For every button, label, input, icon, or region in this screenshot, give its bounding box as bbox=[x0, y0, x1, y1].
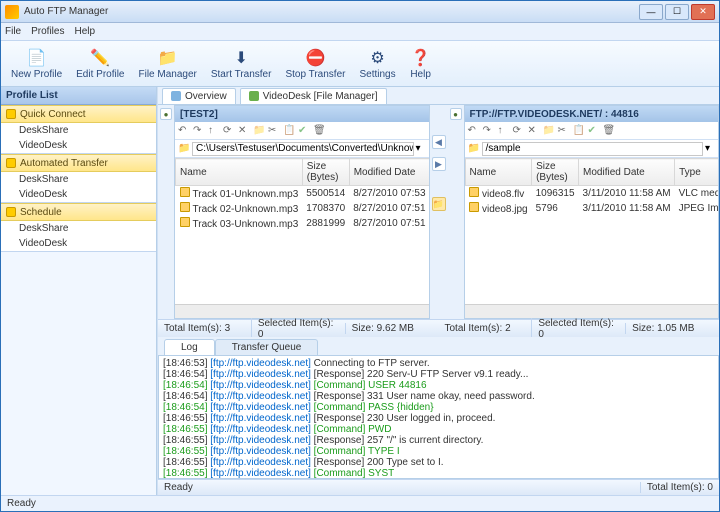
remote-path[interactable]: /sample bbox=[482, 142, 704, 156]
menu-help[interactable]: Help bbox=[74, 26, 95, 37]
maximize-button[interactable]: ☐ bbox=[665, 4, 689, 20]
section-schedule[interactable]: Schedule bbox=[1, 203, 156, 221]
menu-file[interactable]: File bbox=[5, 26, 21, 37]
tab-transfer-queue[interactable]: Transfer Queue bbox=[215, 339, 319, 355]
table-row[interactable]: Track 03-Unknown.mp328819998/27/2010 07:… bbox=[176, 216, 429, 231]
sidebar: Profile List Quick ConnectDeskShareVideo… bbox=[1, 87, 157, 495]
local-toolbar: ↶↷↑⟳✕📁✂📋✔🗑 bbox=[175, 122, 429, 140]
remote-toolbar: ↶↷↑⟳✕📁✂📋✔🗑 bbox=[465, 122, 719, 140]
app-title: Auto FTP Manager bbox=[24, 6, 639, 17]
remote-list[interactable]: NameSize (Bytes)Modified DateTypevideo8.… bbox=[465, 158, 719, 304]
profile-deskshare[interactable]: DeskShare bbox=[1, 221, 156, 236]
menubar: File Profiles Help bbox=[1, 23, 719, 41]
arrow-right-icon[interactable]: ▶ bbox=[432, 157, 446, 171]
profile-deskshare[interactable]: DeskShare bbox=[1, 172, 156, 187]
local-list[interactable]: NameSize (Bytes)Modified DateTypeTrack 0… bbox=[175, 158, 429, 304]
profile-videodesk[interactable]: VideoDesk bbox=[1, 138, 156, 153]
profile-deskshare[interactable]: DeskShare bbox=[1, 123, 156, 138]
main-tabs: Overview VideoDesk [File Manager] bbox=[158, 87, 719, 105]
tb-edit-profile[interactable]: ✏️Edit Profile bbox=[70, 45, 130, 82]
app-statusbar: Ready bbox=[1, 495, 719, 511]
nav-icon[interactable]: ● bbox=[450, 108, 462, 120]
remote-status: Total Item(s): 2 Selected Item(s): 0 Siz… bbox=[439, 319, 720, 337]
nav-icon[interactable]: ● bbox=[160, 108, 172, 120]
toolbar: 📄New Profile✏️Edit Profile📁File Manager⬇… bbox=[1, 41, 719, 87]
tb-help[interactable]: ❓Help bbox=[404, 45, 438, 82]
remote-scrollbar[interactable] bbox=[465, 304, 719, 318]
tab-overview[interactable]: Overview bbox=[162, 88, 236, 104]
log-status: Ready Total Item(s): 0 bbox=[158, 479, 719, 495]
sidebar-title: Profile List bbox=[1, 87, 156, 105]
tab-log[interactable]: Log bbox=[164, 339, 215, 355]
table-row[interactable]: Track 02-Unknown.mp317083708/27/2010 07:… bbox=[176, 201, 429, 216]
arrow-left-icon[interactable]: ◀ bbox=[432, 135, 446, 149]
menu-profiles[interactable]: Profiles bbox=[31, 26, 64, 37]
app-icon bbox=[5, 5, 19, 19]
left-vtoolbar: ● bbox=[158, 105, 174, 319]
profile-videodesk[interactable]: VideoDesk bbox=[1, 187, 156, 202]
tb-new-profile[interactable]: 📄New Profile bbox=[5, 45, 68, 82]
tb-file-manager[interactable]: 📁File Manager bbox=[133, 45, 203, 82]
titlebar: Auto FTP Manager — ☐ ✕ bbox=[1, 1, 719, 23]
table-row[interactable]: video8.flv10963153/11/2010 11:58 AMVLC m… bbox=[465, 186, 718, 202]
tb-settings[interactable]: ⚙Settings bbox=[353, 45, 401, 82]
log-tabs: Log Transfer Queue bbox=[158, 337, 719, 355]
section-automated-transfer[interactable]: Automated Transfer bbox=[1, 154, 156, 172]
local-scrollbar[interactable] bbox=[175, 304, 429, 318]
tb-stop-transfer[interactable]: ⛔Stop Transfer bbox=[279, 45, 351, 82]
remote-pane: FTP://FTP.VIDEODESK.NET/ : 44816 ↶↷↑⟳✕📁✂… bbox=[464, 105, 720, 319]
section-quick-connect[interactable]: Quick Connect bbox=[1, 105, 156, 123]
local-path[interactable]: C:\Users\Testuser\Documents\Converted\Un… bbox=[192, 142, 414, 156]
tab-videodesk[interactable]: VideoDesk [File Manager] bbox=[240, 88, 387, 104]
local-title: [TEST2] bbox=[175, 106, 429, 122]
right-vtoolbar: ● bbox=[448, 105, 464, 319]
minimize-button[interactable]: — bbox=[639, 4, 663, 20]
table-row[interactable]: video8.jpg57963/11/2010 11:58 AMJPEG Ima… bbox=[465, 201, 718, 216]
transfer-arrows: ◀ ▶ 📁 bbox=[430, 105, 448, 319]
folder-icon[interactable]: 📁 bbox=[432, 197, 446, 211]
tb-start-transfer[interactable]: ⬇Start Transfer bbox=[205, 45, 278, 82]
remote-title: FTP://FTP.VIDEODESK.NET/ : 44816 bbox=[465, 106, 719, 122]
log-panel[interactable]: [18:46:53] [ftp://ftp.videodesk.net] Con… bbox=[158, 355, 719, 479]
table-row[interactable]: Track 01-Unknown.mp355005148/27/2010 07:… bbox=[176, 186, 429, 202]
local-status: Total Item(s): 3 Selected Item(s): 0 Siz… bbox=[158, 319, 439, 337]
local-pane: [TEST2] ↶↷↑⟳✕📁✂📋✔🗑 📁C:\Users\Testuser\Do… bbox=[174, 105, 430, 319]
profile-videodesk[interactable]: VideoDesk bbox=[1, 236, 156, 251]
close-button[interactable]: ✕ bbox=[691, 4, 715, 20]
